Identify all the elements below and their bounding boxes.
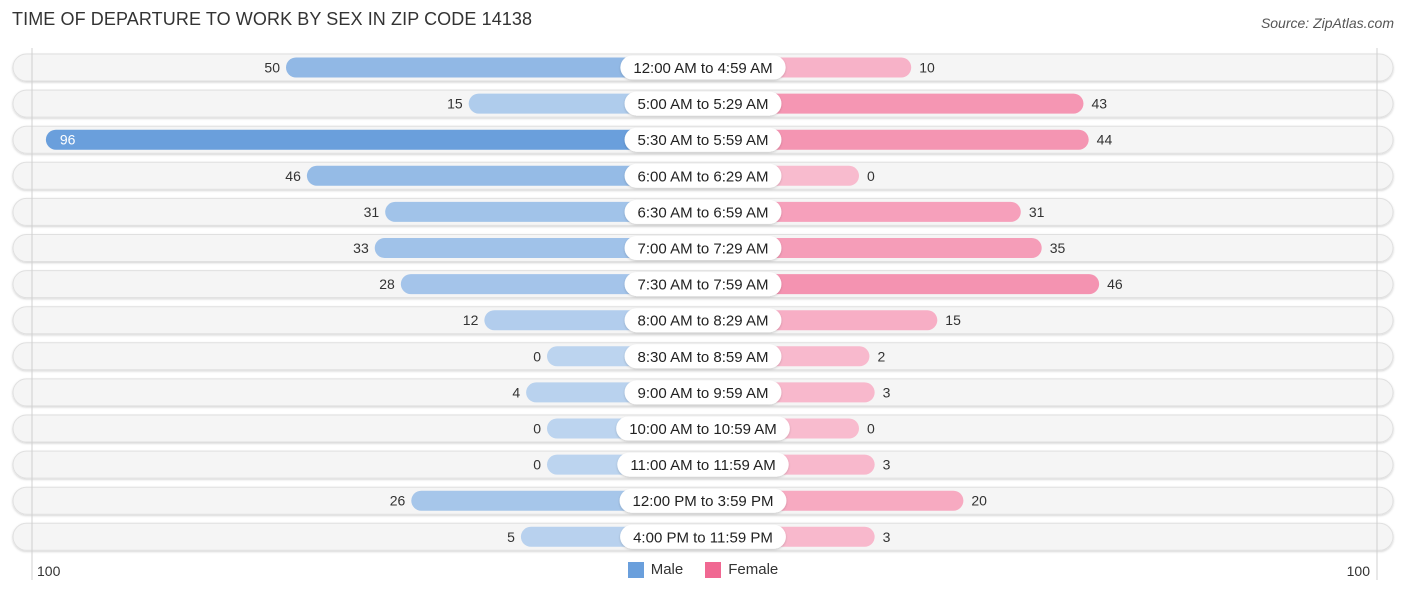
legend-item-male[interactable]: Male (627, 561, 684, 578)
category-label-text: 10:00 AM to 10:59 AM (629, 421, 777, 438)
value-label-male: 50 (264, 60, 280, 76)
category-label-text: 4:00 PM to 11:59 PM (633, 529, 773, 546)
category-label-text: 7:00 AM to 7:29 AM (638, 241, 769, 258)
value-label-male: 0 (533, 421, 541, 437)
value-label-male: 46 (285, 168, 301, 184)
category-label-text: 6:30 AM to 6:59 AM (638, 204, 769, 221)
category-label: 9:00 AM to 9:59 AM (624, 380, 782, 405)
value-label-female: 35 (1050, 240, 1066, 256)
value-label-female: 46 (1107, 276, 1123, 292)
value-label-male: 26 (390, 493, 406, 509)
legend-label-female: Female (728, 561, 779, 578)
value-label-male: 15 (447, 96, 463, 112)
category-label: 8:00 AM to 8:29 AM (624, 308, 782, 333)
legend: Male Female (0, 561, 1406, 578)
category-label: 11:00 AM to 11:59 AM (617, 452, 789, 477)
category-label-text: 12:00 PM to 3:59 PM (633, 493, 774, 510)
category-label: 10:00 AM to 10:59 AM (616, 416, 790, 441)
value-label-male: 4 (512, 384, 520, 400)
category-label: 4:00 PM to 11:59 PM (620, 524, 786, 549)
category-label: 6:00 AM to 6:29 AM (624, 163, 782, 188)
value-label-female: 20 (971, 493, 987, 509)
value-label-male: 12 (463, 312, 479, 328)
category-label: 8:30 AM to 8:59 AM (624, 344, 782, 369)
value-label-female: 3 (883, 529, 891, 545)
category-label: 5:00 AM to 5:29 AM (624, 91, 782, 116)
value-label-male: 33 (353, 240, 369, 256)
category-label-text: 8:30 AM to 8:59 AM (638, 349, 769, 366)
value-label-female: 43 (1091, 96, 1107, 112)
value-label-female: 0 (867, 168, 875, 184)
legend-swatch-male (627, 561, 644, 578)
category-label: 12:00 PM to 3:59 PM (619, 488, 787, 513)
value-label-female: 31 (1029, 204, 1045, 220)
legend-swatch-female (705, 561, 722, 578)
category-label: 7:30 AM to 7:59 AM (624, 272, 782, 297)
chart-area: 50 1012:00 AM to 4:59 AM15 435:00 AM to 5:… (12, 48, 1394, 580)
category-label-text: 7:30 AM to 7:59 AM (638, 277, 769, 294)
value-label-female: 3 (883, 457, 891, 473)
value-label-female: 15 (945, 312, 961, 328)
value-label-female: 3 (883, 384, 891, 400)
category-label-text: 5:00 AM to 5:29 AM (638, 96, 769, 113)
legend-label-male: Male (650, 561, 684, 578)
bar-male[interactable] (45, 129, 703, 150)
category-label-text: 11:00 AM to 11:59 AM (630, 457, 775, 474)
value-label-male: 96 (60, 132, 76, 148)
category-label-text: 12:00 AM to 4:59 AM (633, 60, 772, 77)
category-label: 12:00 AM to 4:59 AM (620, 55, 786, 80)
value-label-male: 28 (379, 276, 395, 292)
category-label-text: 8:00 AM to 8:29 AM (638, 313, 769, 330)
value-label-male: 0 (533, 348, 541, 364)
value-label-male: 31 (364, 204, 380, 220)
category-label: 6:30 AM to 6:59 AM (624, 199, 782, 224)
value-label-male: 0 (533, 457, 541, 473)
value-label-female: 10 (919, 60, 935, 76)
category-label: 5:30 AM to 5:59 AM (624, 127, 782, 152)
category-label: 7:00 AM to 7:29 AM (624, 236, 782, 260)
value-label-male: 5 (507, 529, 515, 545)
legend-item-female[interactable]: Female (705, 561, 778, 578)
category-label-text: 6:00 AM to 6:29 AM (638, 168, 769, 185)
value-label-female: 2 (877, 348, 885, 364)
category-label-text: 5:30 AM to 5:59 AM (638, 132, 769, 149)
value-label-female: 44 (1097, 132, 1113, 148)
value-label-female: 0 (867, 421, 875, 437)
category-label-text: 9:00 AM to 9:59 AM (638, 385, 769, 402)
